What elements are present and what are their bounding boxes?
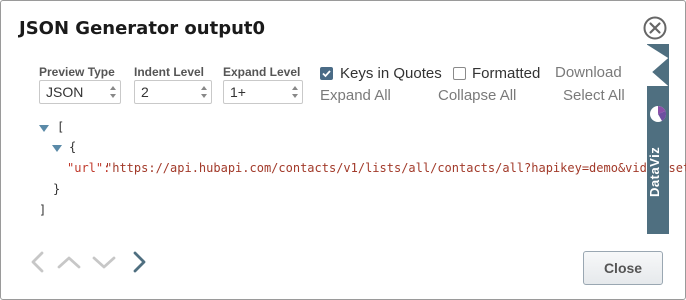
dialog-title: JSON Generator output0 xyxy=(19,18,266,39)
download-link[interactable]: Download xyxy=(555,64,622,81)
array-close-bracket: ] xyxy=(39,203,47,217)
object-open-brace: { xyxy=(69,140,77,154)
preview-type-select[interactable]: JSON xyxy=(39,80,121,104)
spinner-icon xyxy=(201,86,207,98)
preview-type-label: Preview Type xyxy=(39,65,115,79)
formatted-checkbox[interactable] xyxy=(453,67,466,80)
collapse-toggle-icon[interactable] xyxy=(39,125,49,132)
preview-type-value: JSON xyxy=(46,84,84,100)
collapse-all-link[interactable]: Collapse All xyxy=(438,87,516,104)
spinner-icon xyxy=(292,86,298,98)
json-generator-dialog: JSON Generator output0 Preview Type JSON… xyxy=(0,0,686,300)
checkmark-icon xyxy=(322,70,331,78)
collapse-toggle-icon[interactable] xyxy=(52,145,62,152)
expand-level-label: Expand Level xyxy=(223,65,301,79)
chevron-down-icon[interactable] xyxy=(92,250,116,274)
expand-level-value: 1+ xyxy=(230,84,246,100)
json-value: "https://api.hubapi.com/contacts/v1/list… xyxy=(105,161,686,175)
spinner-icon xyxy=(110,86,116,98)
chevron-up-icon[interactable] xyxy=(57,250,81,274)
expand-level-select[interactable]: 1+ xyxy=(223,80,303,104)
object-close-brace: } xyxy=(53,182,61,196)
expand-all-link[interactable]: Expand All xyxy=(320,87,391,104)
indent-level-select[interactable]: 2 xyxy=(134,80,212,104)
json-key: "url": xyxy=(67,161,111,175)
indent-level-label: Indent Level xyxy=(134,65,205,79)
chevron-left-icon[interactable] xyxy=(27,250,51,274)
chevron-right-icon[interactable] xyxy=(127,250,151,274)
close-icon[interactable] xyxy=(643,16,667,40)
select-all-link[interactable]: Select All xyxy=(563,87,625,104)
array-open-bracket: [ xyxy=(57,120,65,134)
keys-in-quotes-checkbox[interactable] xyxy=(320,67,333,80)
dataviz-tab-label: DataViz xyxy=(647,146,662,198)
keys-in-quotes-label[interactable]: Keys in Quotes xyxy=(340,65,442,82)
formatted-label[interactable]: Formatted xyxy=(472,65,540,82)
indent-level-value: 2 xyxy=(141,84,149,100)
close-button[interactable]: Close xyxy=(583,251,663,285)
